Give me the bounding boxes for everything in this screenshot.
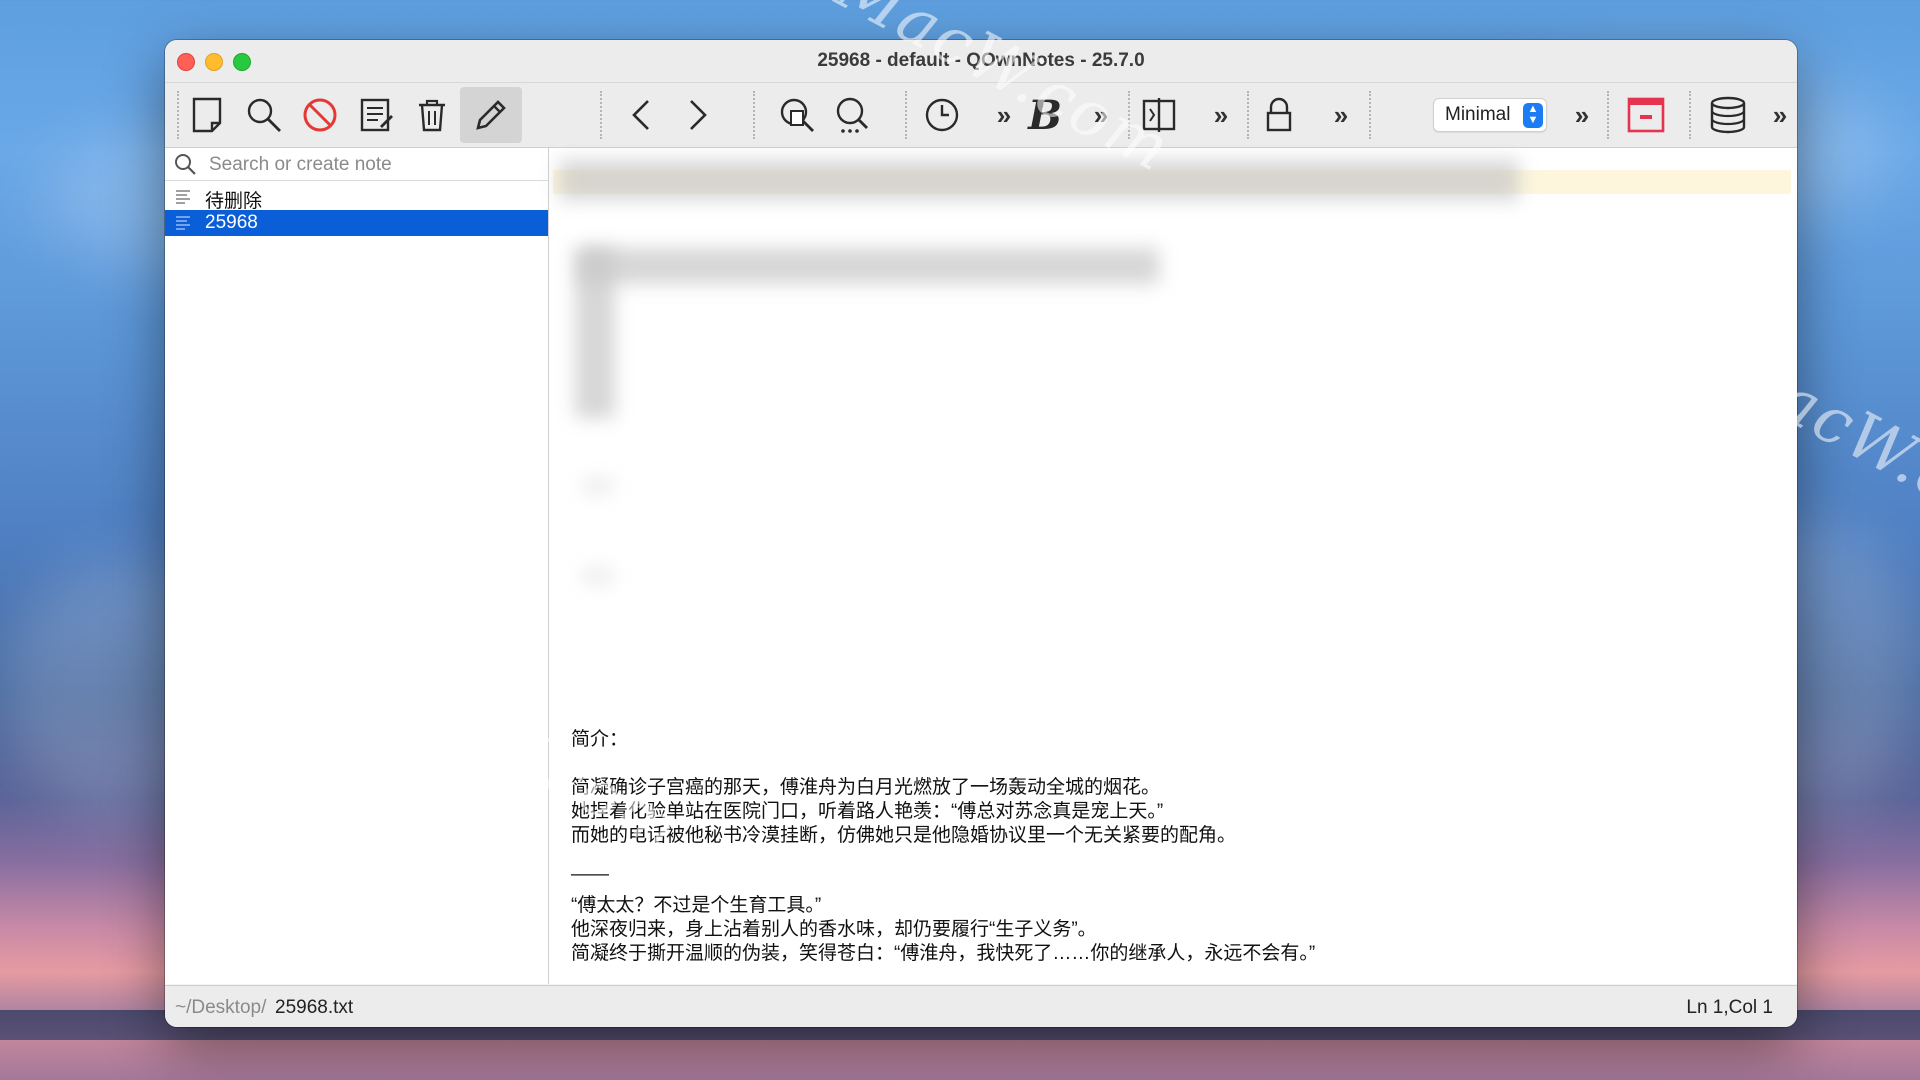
cursor-position: Ln 1,Col 1 <box>1686 997 1773 1018</box>
find-in-note-button[interactable] <box>769 87 825 143</box>
search-more-button[interactable] <box>825 87 881 143</box>
notes-list-button[interactable] <box>348 87 404 143</box>
editor-line: 他深夜归来，身上沾着别人的香水味，却仍要履行“生子义务”。 <box>571 919 1097 940</box>
chevron-up-down-icon: ▲ ▼ <box>1523 103 1543 128</box>
redacted-content <box>579 248 1159 284</box>
workspace-select-value: Minimal <box>1445 104 1511 125</box>
note-editor[interactable]: 简介： 简凝确诊子宫癌的那天，傅淮舟为白月光燃放了一场轰动全城的烟花。 她捏着化… <box>549 148 1797 984</box>
trash-button[interactable] <box>404 87 460 143</box>
file-path-name: 25968.txt <box>275 997 354 1018</box>
notes-list-icon <box>360 98 393 132</box>
note-title: 25968 <box>205 212 258 233</box>
app-window: 25968 - default - QOwnNotes - 25.7.0 » B… <box>165 40 1797 1027</box>
search-icon <box>247 98 281 132</box>
distraction-free-button[interactable] <box>1618 87 1674 143</box>
back-button[interactable] <box>614 87 670 143</box>
search-icon <box>175 154 196 175</box>
workspace-select[interactable]: Minimal ▲ ▼ <box>1433 98 1547 132</box>
redacted-content <box>583 568 613 584</box>
search-more-icon <box>836 97 868 133</box>
distraction-free-icon <box>1627 97 1665 133</box>
note-list-panel: 待删除 25968 <box>165 148 549 984</box>
search-bar <box>165 148 548 181</box>
new-note-button[interactable] <box>180 87 236 143</box>
database-icon <box>1710 96 1746 134</box>
toolbar-overflow-4[interactable]: » <box>1318 87 1358 143</box>
edit-pencil-icon <box>476 100 506 130</box>
edit-mode-button[interactable] <box>460 87 522 143</box>
search-input[interactable] <box>207 152 541 178</box>
text-note-icon <box>176 190 190 204</box>
remove-icon <box>303 98 337 132</box>
note-title: 待删除 <box>205 191 263 212</box>
note-folder-button[interactable] <box>1700 87 1756 143</box>
trash-icon <box>419 99 445 132</box>
note-list-item[interactable]: 待删除 <box>165 184 548 212</box>
editor-line: 简凝终于撕开温顺的伪装，笑得苍白：“傅淮舟，我快死了……你的继承人，永远不会有。… <box>571 943 1316 964</box>
new-note-icon <box>192 97 222 133</box>
search-button[interactable] <box>236 87 292 143</box>
back-icon <box>632 100 649 130</box>
remove-button[interactable] <box>292 87 348 143</box>
history-button[interactable] <box>914 87 970 143</box>
lock-icon <box>1266 97 1292 132</box>
toolbar-overflow-5[interactable]: » <box>1559 87 1599 143</box>
text-note-icon <box>176 216 190 230</box>
redacted-content <box>583 478 613 494</box>
toolbar-overflow-6[interactable]: » <box>1759 87 1795 143</box>
editor-line: “傅太太？不过是个生育工具。” <box>571 895 822 916</box>
status-bar: ~/Desktop/ 25968.txt Ln 1,Col 1 <box>165 985 1797 1027</box>
toolbar-overflow-3[interactable]: » <box>1198 87 1238 143</box>
note-list-item-selected[interactable]: 25968 <box>165 210 548 236</box>
find-in-note-icon <box>780 98 814 132</box>
history-clock-icon <box>925 98 959 132</box>
forward-button[interactable] <box>669 87 725 143</box>
file-path-directory: ~/Desktop/ <box>175 997 267 1018</box>
editor-line: —— <box>571 864 609 885</box>
forward-icon <box>690 100 707 130</box>
redacted-content <box>559 160 1519 200</box>
redacted-content <box>575 248 615 418</box>
encrypt-note-button[interactable] <box>1251 87 1307 143</box>
